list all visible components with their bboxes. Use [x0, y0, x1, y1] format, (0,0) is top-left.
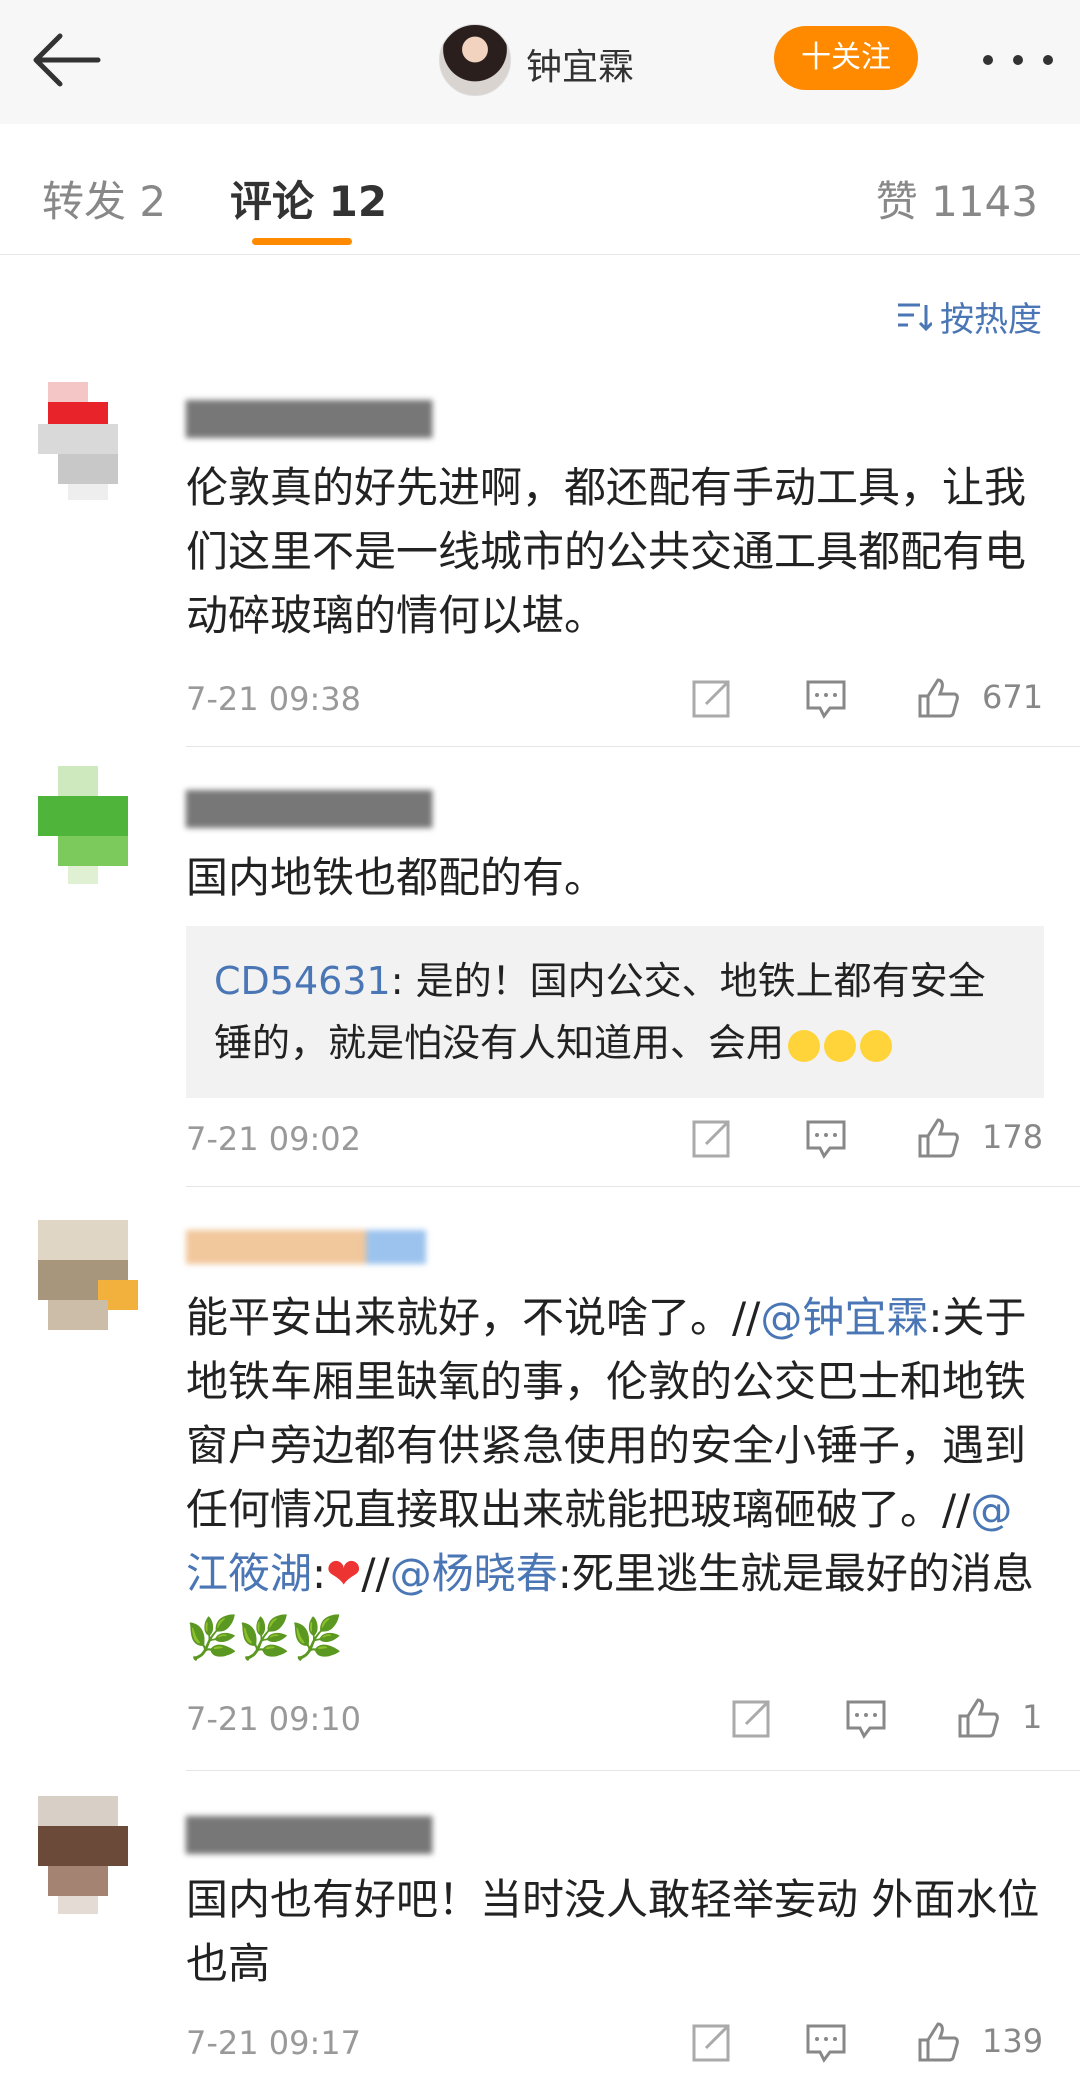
- mention-link[interactable]: @钟宜霖: [760, 1293, 928, 1342]
- reply-icon[interactable]: [804, 1116, 848, 1160]
- repost-icon[interactable]: [690, 676, 734, 720]
- active-tab-indicator: [252, 238, 352, 245]
- like-count: 1: [1022, 1698, 1043, 1736]
- tab-repost[interactable]: 转发 2: [42, 168, 166, 229]
- like-count: 139: [982, 2022, 1044, 2060]
- comment-actions: 178: [690, 1116, 1050, 1166]
- commenter-name[interactable]: ██████████: [186, 790, 432, 828]
- sort-label: 按热度: [940, 300, 1042, 340]
- reply-icon[interactable]: [844, 1696, 888, 1740]
- follow-button[interactable]: 十关注: [774, 26, 918, 90]
- comment-text-part: //: [361, 1549, 390, 1598]
- emoji-icon: [860, 1029, 893, 1062]
- reply-icon[interactable]: [804, 2020, 848, 2064]
- comment-text-part: :: [312, 1549, 327, 1598]
- comment-text: 能平安出来就好，不说啥了。//@钟宜霖:关于地铁车厢里缺氧的事，伦敦的公交巴士和…: [186, 1286, 1046, 1670]
- comment-text: 国内地铁也都配的有。: [186, 853, 607, 902]
- repost-icon[interactable]: [690, 1116, 734, 1160]
- commenter-name[interactable]: [186, 1230, 426, 1272]
- back-arrow-icon[interactable]: [28, 28, 108, 92]
- thumbs-up-icon[interactable]: [916, 2020, 960, 2064]
- sort-toggle[interactable]: 按热度: [896, 292, 1042, 341]
- thumbs-up-icon[interactable]: [916, 676, 960, 720]
- author-avatar[interactable]: [439, 24, 511, 96]
- comment-actions: 139: [690, 2020, 1050, 2070]
- thumbs-up-icon[interactable]: [956, 1696, 1000, 1740]
- reply-icon[interactable]: [804, 676, 848, 720]
- comment-time: 7-21 09:10: [186, 1700, 362, 1738]
- quoted-reply: CD54631: 是的！国内公交、地铁上都有安全锤的，就是怕没有人知道用、会用: [186, 926, 1044, 1098]
- comment-time: 7-21 09:02: [186, 1120, 362, 1158]
- like-count: 671: [982, 678, 1044, 716]
- repost-icon[interactable]: [690, 2020, 734, 2064]
- comment-time: 7-21 09:38: [186, 680, 362, 718]
- thumbs-up-icon[interactable]: [916, 1116, 960, 1160]
- sort-icon: [898, 303, 932, 331]
- divider: [186, 1186, 1080, 1187]
- commenter-name[interactable]: ██████████: [186, 400, 432, 438]
- tab-comment[interactable]: 评论 12: [230, 168, 387, 229]
- commenter-name[interactable]: ██████████: [186, 1816, 432, 1854]
- leaf-icon: 🌿🌿🌿: [186, 1613, 343, 1662]
- commenter-avatar[interactable]: [28, 1796, 146, 1914]
- comment-text-part: 能平安出来就好，不说啥了。//: [186, 1293, 761, 1342]
- top-bar: 钟宜霖 十关注: [0, 0, 1080, 125]
- commenter-avatar[interactable]: [28, 766, 146, 884]
- divider: [186, 1770, 1080, 1771]
- comment-time: 7-21 09:17: [186, 2024, 362, 2062]
- like-count: 178: [982, 1118, 1044, 1156]
- more-icon[interactable]: [978, 40, 1058, 80]
- emoji-icon: [824, 1029, 857, 1062]
- emoji-icon: [788, 1029, 821, 1062]
- tab-like[interactable]: 赞 1143: [876, 168, 1038, 229]
- repost-icon[interactable]: [730, 1696, 774, 1740]
- comment-actions: 1: [730, 1696, 1060, 1746]
- commenter-avatar[interactable]: [28, 1220, 146, 1338]
- comment-text: 国内也有好吧！当时没人敢轻举妄动 外面水位也高: [186, 1875, 1040, 1988]
- heart-icon: ❤: [326, 1549, 362, 1598]
- comment-actions: 671: [690, 676, 1050, 726]
- author-name[interactable]: 钟宜霖: [526, 38, 634, 90]
- divider: [186, 746, 1080, 747]
- commenter-avatar[interactable]: [28, 382, 146, 500]
- tab-bar: 转发 2 评论 12 赞 1143: [0, 124, 1080, 255]
- comment-text: 伦敦真的好先进啊，都还配有手动工具，让我们这里不是一线城市的公共交通工具都配有电…: [186, 463, 1027, 640]
- comment-text-part: :死里逃生就是最好的消息: [557, 1549, 1034, 1598]
- mention-link[interactable]: @杨晓春: [390, 1549, 558, 1598]
- reply-username[interactable]: CD54631: [214, 959, 391, 1003]
